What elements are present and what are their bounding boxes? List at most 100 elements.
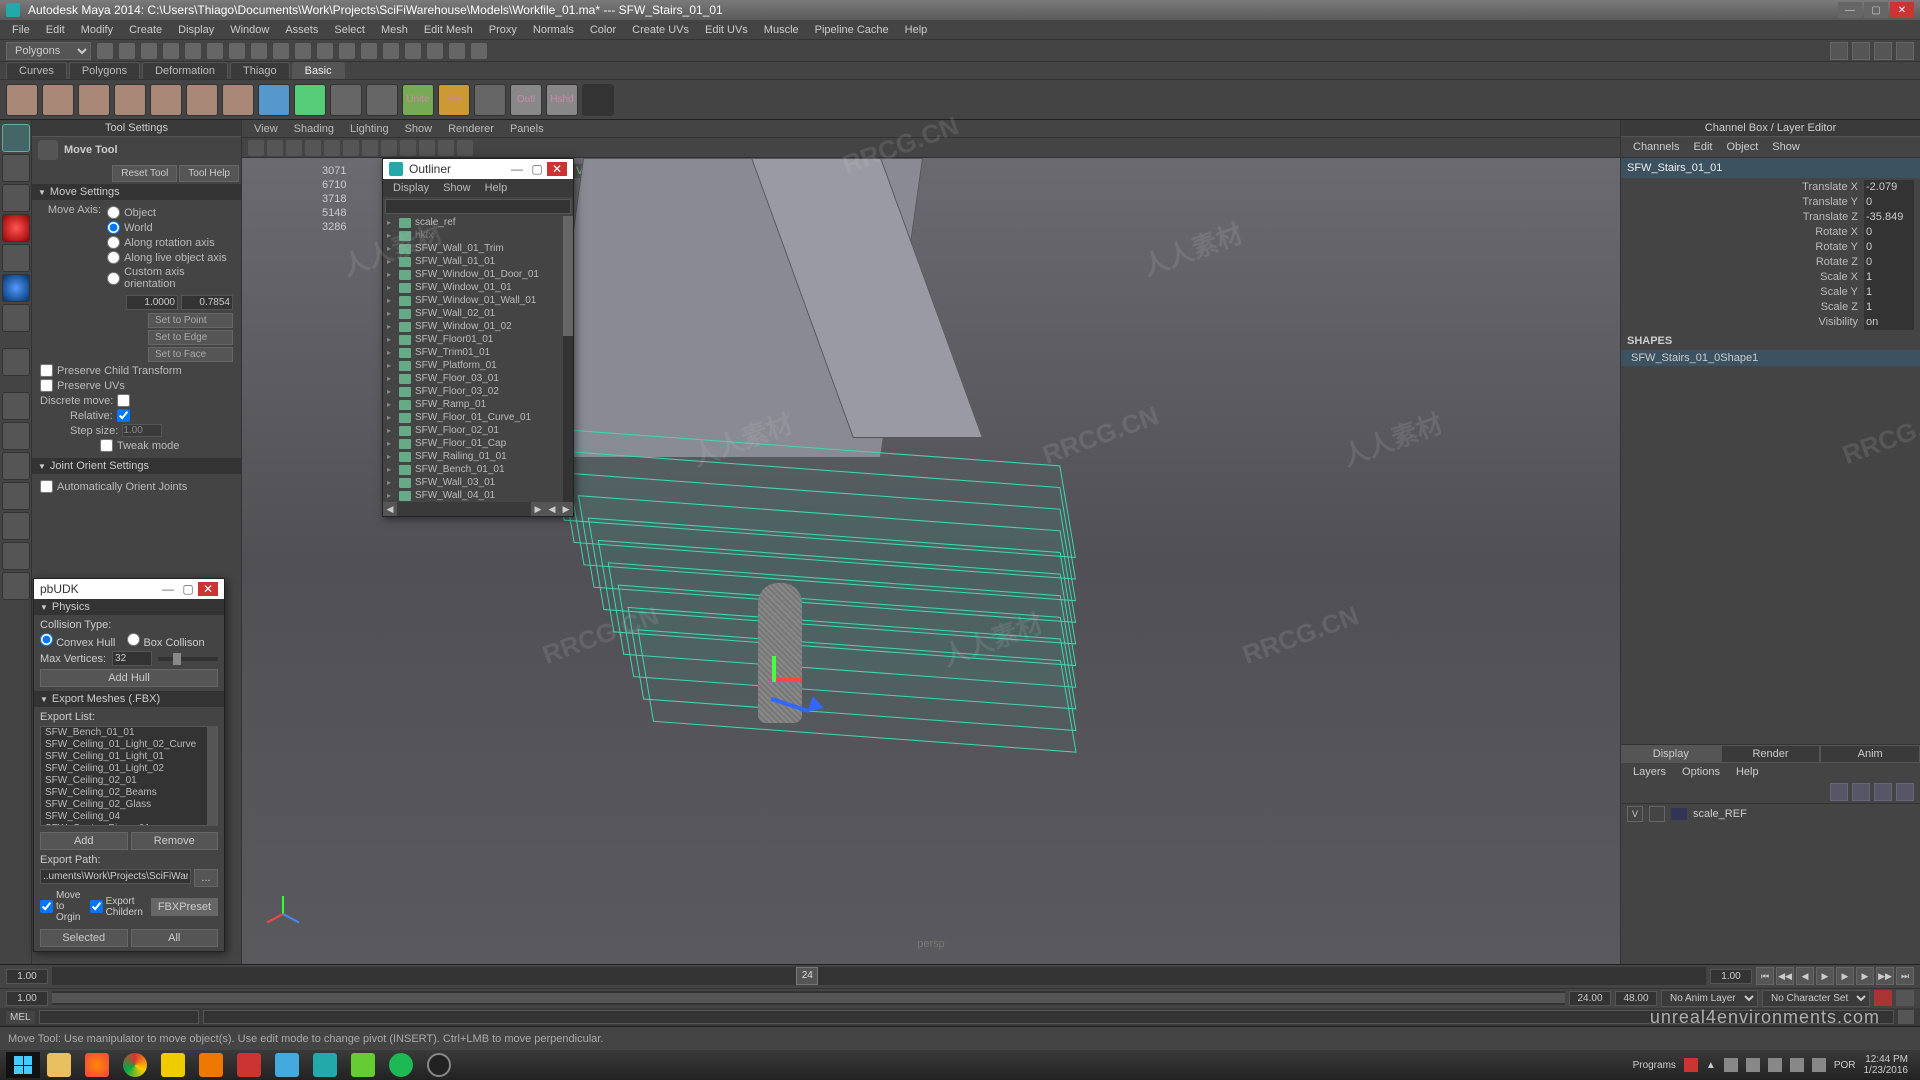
- range-out-field[interactable]: [1615, 991, 1657, 1006]
- tray-clock[interactable]: 12:44 PM 1/23/2016: [1864, 1054, 1909, 1076]
- outliner-search-input[interactable]: [385, 199, 571, 214]
- range-start-field[interactable]: [6, 991, 48, 1006]
- tray-network-icon[interactable]: [1724, 1058, 1738, 1072]
- pbudk-minimize[interactable]: —: [158, 582, 178, 596]
- soft-select-tool[interactable]: [2, 348, 30, 376]
- outliner-item[interactable]: ▸SFW_Floor_03_01: [383, 372, 573, 385]
- snap-grid-icon[interactable]: [295, 43, 311, 59]
- set-to-edge-button[interactable]: Set to Edge: [148, 330, 233, 345]
- cmd-lang-label[interactable]: MEL: [6, 1011, 35, 1024]
- layout-hyper[interactable]: [2, 482, 30, 510]
- max-vertices-slider[interactable]: [158, 657, 218, 661]
- layout-pane4-icon[interactable]: [1896, 42, 1914, 60]
- attr-row[interactable]: Visibilityon: [1621, 315, 1920, 330]
- tray-recorder-icon[interactable]: [1684, 1058, 1698, 1072]
- layout-single[interactable]: [2, 392, 30, 420]
- vp-menu-panels[interactable]: Panels: [504, 123, 550, 135]
- outliner-item[interactable]: ▸SFW_Floor_01_Curve_01: [383, 411, 573, 424]
- menu-select[interactable]: Select: [326, 22, 373, 38]
- box-collision-radio[interactable]: Box Collison: [127, 633, 204, 649]
- shelf-button-13[interactable]: [474, 84, 506, 116]
- step-fwd-button[interactable]: ▶: [1856, 967, 1874, 985]
- outliner-title-bar[interactable]: Outliner — ▢ ✕: [383, 159, 573, 179]
- outliner-item[interactable]: ▸SFW_Platform_01: [383, 359, 573, 372]
- outliner-item[interactable]: ▸scale_ref: [383, 216, 573, 229]
- sel-face-icon[interactable]: [251, 43, 267, 59]
- render-icon[interactable]: [427, 43, 443, 59]
- outliner-item[interactable]: ▸SFW_Wall_02_01: [383, 307, 573, 320]
- file-save-icon[interactable]: [141, 43, 157, 59]
- anim-layer-select[interactable]: No Anim Layer: [1661, 990, 1758, 1007]
- rotate-tool[interactable]: [2, 244, 30, 272]
- export-list-item[interactable]: SFW_Ceiling_02_01: [41, 775, 217, 787]
- vp-toolbar-icon-5[interactable]: [343, 140, 359, 156]
- shelf-button-0[interactable]: [6, 84, 38, 116]
- menu-proxy[interactable]: Proxy: [481, 22, 525, 38]
- vp-toolbar-icon-1[interactable]: [267, 140, 283, 156]
- shelf-button-1[interactable]: [42, 84, 74, 116]
- pbudk-window[interactable]: pbUDK — ▢ ✕ Physics Collision Type: Conv…: [33, 578, 225, 952]
- export-selected-button[interactable]: Selected: [40, 929, 128, 947]
- shelf-button-3[interactable]: [114, 84, 146, 116]
- layout-dyn[interactable]: [2, 572, 30, 600]
- attr-row[interactable]: Rotate Y0: [1621, 240, 1920, 255]
- window-minimize[interactable]: —: [1838, 2, 1862, 18]
- shelf-button-4[interactable]: [150, 84, 182, 116]
- shelf-button-12[interactable]: Sel: [438, 84, 470, 116]
- redo-icon[interactable]: [185, 43, 201, 59]
- shelf-button-8[interactable]: [294, 84, 326, 116]
- step-size-field[interactable]: [122, 424, 162, 437]
- auto-key-button[interactable]: [1874, 990, 1892, 1006]
- taskbar-app1[interactable]: [231, 1052, 267, 1078]
- export-list-item[interactable]: SFW_Ceiling_01_Light_02_Curve: [41, 739, 217, 751]
- outliner-h-scrollbar[interactable]: ◀▶◀▶: [383, 502, 573, 516]
- outliner-item[interactable]: ▸SFW_Floor_02_01: [383, 424, 573, 437]
- layer-new-icon[interactable]: [1830, 783, 1848, 801]
- export-list-item[interactable]: SFW_Ceiling_01_Light_02: [41, 763, 217, 775]
- export-list-item[interactable]: SFW_Center_Piece_01: [41, 823, 217, 826]
- shape-node[interactable]: SFW_Stairs_01_0Shape1: [1621, 350, 1920, 366]
- set-to-face-button[interactable]: Set to Face: [148, 347, 233, 362]
- undo-icon[interactable]: [163, 43, 179, 59]
- taskbar-spotify[interactable]: [383, 1052, 419, 1078]
- script-editor-icon[interactable]: [1898, 1010, 1914, 1024]
- outliner-item[interactable]: ▸SFW_Window_01_01: [383, 281, 573, 294]
- preserve-uvs-check[interactable]: [40, 379, 53, 392]
- vp-menu-show[interactable]: Show: [399, 123, 439, 135]
- remove-button[interactable]: Remove: [131, 832, 219, 850]
- shelf-button-5[interactable]: [186, 84, 218, 116]
- outliner-item[interactable]: ▸SFW_Railing_01_01: [383, 450, 573, 463]
- vp-toolbar-icon-8[interactable]: [400, 140, 416, 156]
- layout-pane2-icon[interactable]: [1852, 42, 1870, 60]
- preserve-child-check[interactable]: [40, 364, 53, 377]
- time-track[interactable]: 24: [52, 967, 1706, 985]
- export-children-check[interactable]: Export Childern: [90, 896, 143, 918]
- menu-file[interactable]: File: [4, 22, 38, 38]
- pbudk-close[interactable]: ✕: [198, 582, 218, 596]
- taskbar-vlc[interactable]: [193, 1052, 229, 1078]
- move-tool[interactable]: [2, 214, 30, 242]
- char-set-select[interactable]: No Character Set: [1762, 990, 1870, 1007]
- export-list-item[interactable]: SFW_Bench_01_01: [41, 727, 217, 739]
- layer-up-icon[interactable]: [1874, 783, 1892, 801]
- snap-curve-icon[interactable]: [317, 43, 333, 59]
- vp-toolbar-icon-11[interactable]: [457, 140, 473, 156]
- menu-display[interactable]: Display: [170, 22, 222, 38]
- layer-menu-layers[interactable]: Layers: [1627, 765, 1672, 779]
- set-key-button[interactable]: [1896, 990, 1914, 1006]
- outliner-minimize[interactable]: —: [507, 162, 527, 176]
- sel-edge-icon[interactable]: [229, 43, 245, 59]
- attr-row[interactable]: Rotate Z0: [1621, 255, 1920, 270]
- export-list-item[interactable]: SFW_Ceiling_01_Light_01: [41, 751, 217, 763]
- layer-swatch[interactable]: [1671, 808, 1687, 820]
- vp-toolbar-icon-2[interactable]: [286, 140, 302, 156]
- relative-check[interactable]: [117, 409, 130, 422]
- vp-menu-renderer[interactable]: Renderer: [442, 123, 500, 135]
- menu-mesh[interactable]: Mesh: [373, 22, 416, 38]
- axis-val-2[interactable]: [181, 295, 233, 310]
- cb-menu-object[interactable]: Object: [1720, 139, 1764, 155]
- outliner-menu-display[interactable]: Display: [387, 181, 435, 195]
- lasso-tool[interactable]: [2, 154, 30, 182]
- outliner-item[interactable]: ▸SFW_Window_01_Wall_01: [383, 294, 573, 307]
- layout-graph[interactable]: [2, 542, 30, 570]
